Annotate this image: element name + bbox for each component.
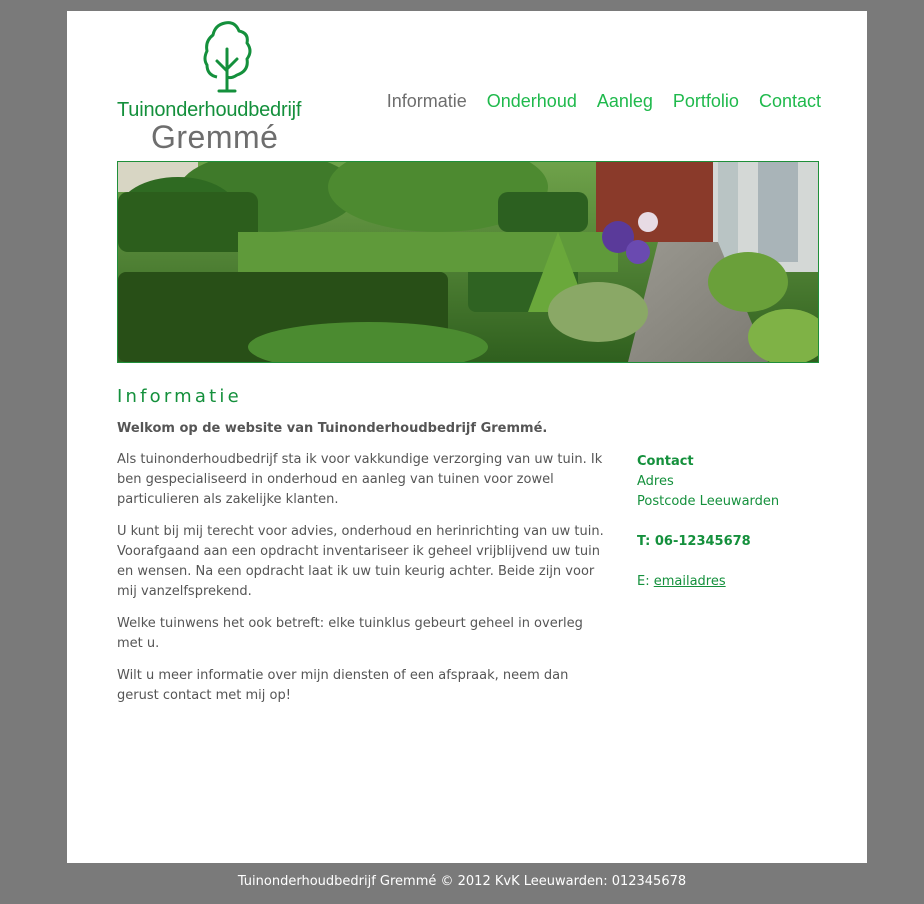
- brand-surname: Gremmé: [151, 119, 279, 155]
- logo[interactable]: Tuinonderhoudbedrijf Gremmé: [117, 19, 337, 155]
- email-prefix: E:: [637, 574, 654, 589]
- welcome-text: Welkom op de website van Tuinonderhoudbe…: [117, 421, 548, 436]
- nav-contact[interactable]: Contact: [759, 91, 821, 112]
- contact-phone: T: 06-12345678: [637, 534, 751, 549]
- nav-informatie[interactable]: Informatie: [387, 91, 467, 112]
- contact-heading: Contact: [637, 454, 694, 469]
- intro-paragraph: Als tuinonderhoudbedrijf sta ik voor vak…: [117, 452, 603, 507]
- main-nav: Informatie Onderhoud Aanleg Portfolio Co…: [367, 91, 821, 112]
- tree-icon: [203, 21, 252, 93]
- contact-sidebar: Contact Adres Postcode Leeuwarden T: 06-…: [637, 452, 837, 592]
- services-paragraph: U kunt bij mij terecht voor advies, onde…: [117, 524, 604, 599]
- contact-email: E: emailadres: [637, 572, 837, 592]
- main-content: Informatie Welkom op de website van Tuin…: [117, 386, 607, 706]
- top-bar: [0, 0, 924, 11]
- page-container: Tuinonderhoudbedrijf Gremmé Informatie O…: [67, 11, 867, 863]
- nav-aanleg[interactable]: Aanleg: [597, 91, 653, 112]
- page-title: Informatie: [117, 386, 242, 407]
- footer-text: Tuinonderhoudbedrijf Gremmé © 2012 KvK L…: [237, 874, 687, 889]
- contact-address: Adres: [637, 474, 674, 489]
- contact-postcode: Postcode Leeuwarden: [637, 494, 780, 509]
- hero-garden-photo: [117, 161, 819, 363]
- nav-portfolio[interactable]: Portfolio: [673, 91, 739, 112]
- nav-onderhoud[interactable]: Onderhoud: [487, 91, 577, 112]
- consultation-paragraph: Welke tuinwens het ook betreft: elke tui…: [117, 616, 583, 651]
- email-link[interactable]: emailadres: [654, 574, 726, 589]
- contact-paragraph: Wilt u meer informatie over mijn dienste…: [117, 668, 569, 703]
